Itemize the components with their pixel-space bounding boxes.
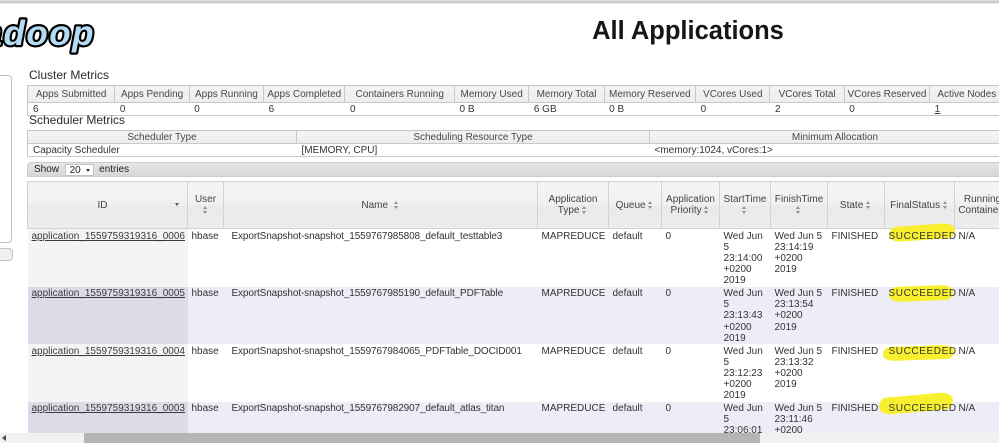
svg-text:doop: doop: [4, 14, 96, 53]
svg-text:a: a: [0, 14, 2, 53]
